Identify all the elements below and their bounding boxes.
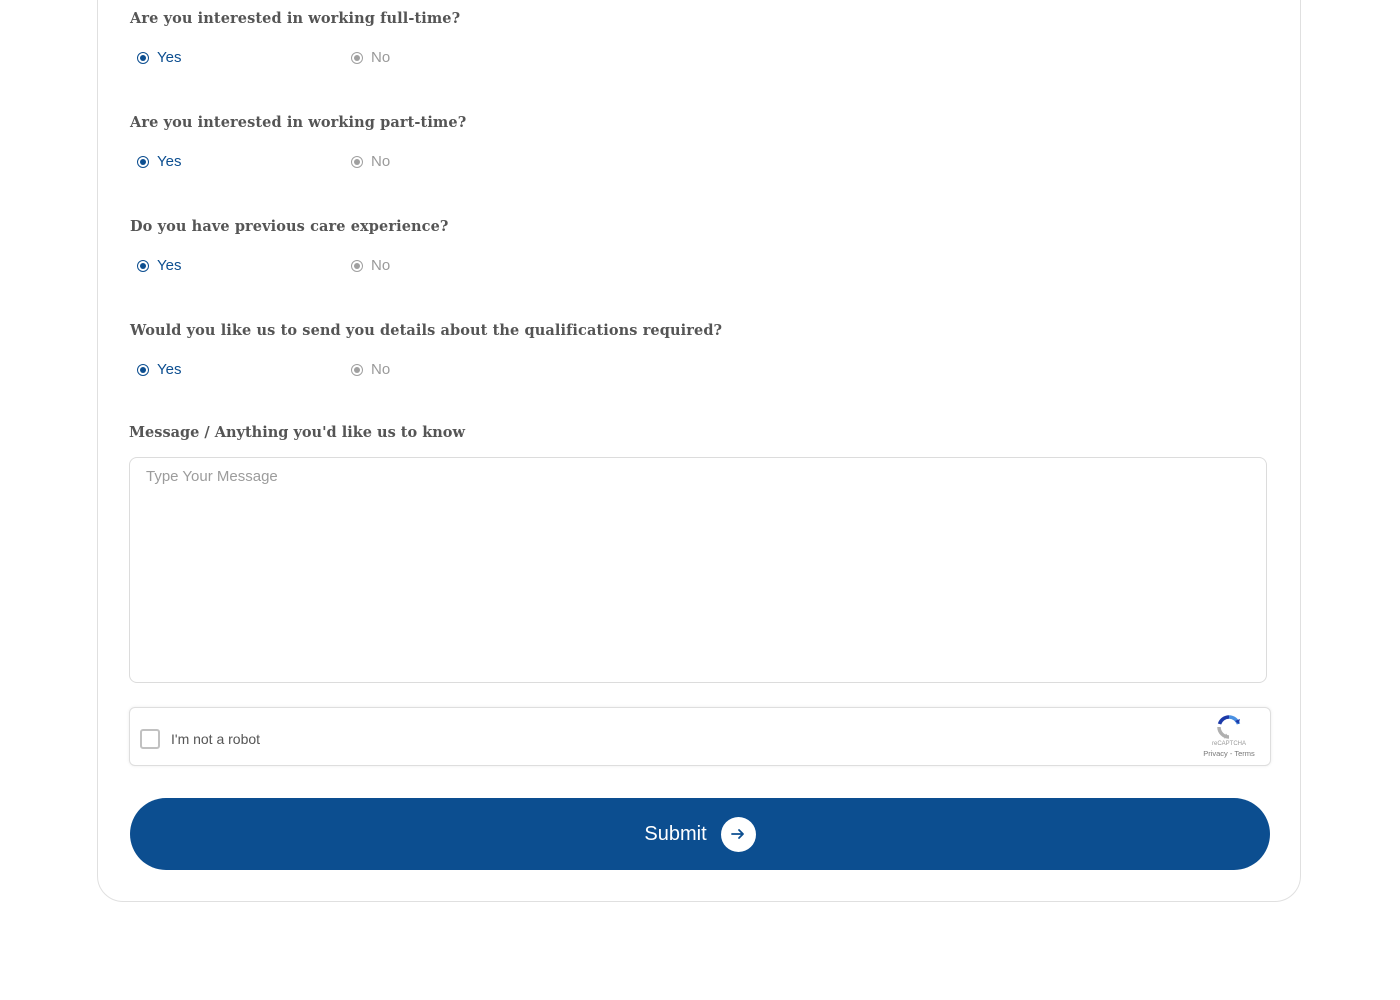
radio-qualifications-no[interactable]: No	[351, 361, 390, 378]
radio-label-yes: Yes	[157, 361, 182, 378]
radio-checked-icon	[137, 363, 149, 376]
arrow-right-icon	[720, 816, 756, 852]
radio-checked-icon	[137, 155, 149, 168]
radio-unchecked-icon	[351, 51, 363, 64]
recaptcha-checkbox[interactable]	[140, 729, 160, 749]
recaptcha-brand: reCAPTCHA	[1211, 741, 1246, 747]
radio-unchecked-icon	[351, 363, 363, 376]
radio-label-no: No	[371, 153, 391, 170]
radio-part-time-no[interactable]: No	[351, 153, 390, 170]
radio-care-experience-no[interactable]: No	[351, 257, 390, 274]
message-label: Message / Anything you'd like us to know	[129, 424, 465, 441]
radio-checked-icon	[137, 51, 149, 64]
question-full-time: Are you interested in working full-time?	[130, 10, 461, 27]
message-textarea[interactable]	[129, 457, 1267, 683]
radio-unchecked-icon	[351, 155, 363, 168]
radio-label-yes: Yes	[157, 49, 182, 66]
radio-full-time-yes[interactable]: Yes	[137, 49, 181, 66]
form-card	[97, 0, 1301, 902]
radio-label-no: No	[371, 257, 391, 274]
submit-button[interactable]: Submit	[130, 798, 1270, 870]
question-part-time: Are you interested in working part-time?	[130, 114, 467, 131]
radio-qualifications-yes[interactable]: Yes	[137, 361, 181, 378]
recaptcha-badge: reCAPTCHA Privacy - Terms	[1200, 714, 1258, 758]
radio-full-time-no[interactable]: No	[351, 49, 390, 66]
radio-label-no: No	[371, 361, 391, 378]
radio-unchecked-icon	[351, 259, 363, 272]
radio-label-yes: Yes	[157, 257, 182, 274]
submit-label: Submit	[644, 822, 707, 845]
question-care-experience: Do you have previous care experience?	[130, 218, 449, 235]
recaptcha-widget: I'm not a robot reCAPTCHA Privacy - Term…	[129, 707, 1271, 766]
radio-label-no: No	[371, 49, 391, 66]
recaptcha-logo-icon	[1217, 715, 1241, 739]
radio-part-time-yes[interactable]: Yes	[137, 153, 181, 170]
radio-label-yes: Yes	[157, 153, 182, 170]
recaptcha-label: I'm not a robot	[171, 731, 261, 747]
question-qualifications: Would you like us to send you details ab…	[130, 322, 723, 339]
recaptcha-links[interactable]: Privacy - Terms	[1200, 749, 1258, 758]
radio-care-experience-yes[interactable]: Yes	[137, 257, 181, 274]
radio-checked-icon	[137, 259, 149, 272]
